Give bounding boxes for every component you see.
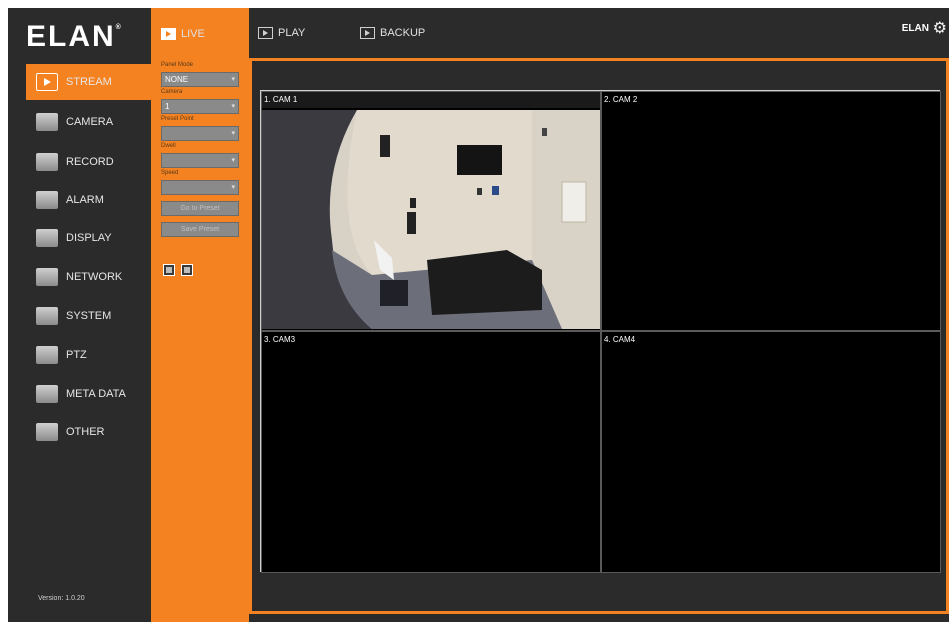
dwell-label: Dwell [161,143,176,149]
sidebar-item-label: OTHER [66,426,105,438]
camera-1-frame-image [262,110,600,329]
sidebar-item-stream[interactable]: STREAM [26,64,151,100]
elan-logo: ELAN® [26,20,123,53]
tab-live[interactable]: LIVE [151,8,249,60]
tab-live-label: LIVE [181,28,205,40]
app-window: ELAN® LIVE PLAY BACKUP ELAN ⚙ STREAM CAM… [8,8,949,622]
panel-mode-select[interactable]: NONE [161,72,239,87]
camera-tile-3[interactable]: 3. CAM3 [261,331,601,573]
tab-backup-label: BACKUP [380,27,426,39]
sidebar-item-label: NETWORK [66,271,123,283]
camera-select[interactable]: 1 [161,99,239,114]
network-icon [36,268,58,286]
sidebar-item-ptz[interactable]: PTZ [26,337,151,373]
speed-label: Speed [161,170,179,176]
play-tab-icon [258,27,273,39]
tab-backup[interactable]: BACKUP [360,20,425,46]
meta-data-icon [36,385,58,403]
camera-title: 1. CAM 1 [262,92,600,108]
sidebar-item-other[interactable]: OTHER [26,414,151,450]
tab-play[interactable]: PLAY [258,20,305,46]
save-preset-button[interactable]: Save Preset [161,222,239,237]
camera-tile-2[interactable]: 2. CAM 2 [601,91,941,331]
sidebar-item-label: META DATA [66,388,126,400]
preset-point-select[interactable] [161,126,239,141]
camera-tile-4[interactable]: 4. CAM4 [601,331,941,573]
tab-play-label: PLAY [278,27,306,39]
sidebar-item-record[interactable]: RECORD [26,144,151,180]
other-icon [36,423,58,441]
ptz-control-panel: Panel Mode NONE Camera 1 Preset Point Dw… [151,58,249,622]
ptz-icon [36,346,58,364]
camera-icon [36,113,58,131]
camera-title: 3. CAM3 [262,332,600,348]
camera-grid: 1. CAM 1 2. CAM 2 3. CAM3 4. CAM4 [260,90,941,573]
panel-mode-label: Panel Mode [161,62,194,68]
sidebar-item-system[interactable]: SYSTEM [26,298,151,334]
single-view-icon[interactable] [163,264,175,276]
top-bar: ELAN® LIVE PLAY BACKUP ELAN ⚙ [8,8,949,60]
version-label: Version: 1.0.20 [38,595,85,602]
alarm-icon [36,191,58,209]
sidebar: STREAM CAMERA RECORD ALARM DISPLAY NETWO… [8,58,151,622]
camera-tile-1[interactable]: 1. CAM 1 [261,91,601,331]
camera-title: 4. CAM4 [602,332,940,348]
sidebar-item-label: CAMERA [66,116,114,128]
preset-point-label: Preset Point [161,116,194,122]
sidebar-item-label: ALARM [66,194,104,206]
gear-icon[interactable]: ⚙ [933,18,947,38]
live-tab-icon [161,28,176,40]
goto-preset-button[interactable]: Go to Preset [161,201,239,216]
sidebar-item-label: DISPLAY [66,232,112,244]
sidebar-item-meta-data[interactable]: META DATA [26,376,151,412]
sidebar-item-network[interactable]: NETWORK [26,259,151,295]
system-icon [36,307,58,325]
sidebar-item-label: PTZ [66,349,87,361]
sidebar-item-label: RECORD [66,156,114,168]
stream-icon [36,73,58,91]
camera-title: 2. CAM 2 [602,92,940,108]
record-icon [36,153,58,171]
camera-1-video [262,110,600,329]
display-icon [36,229,58,247]
sidebar-item-label: SYSTEM [66,310,112,322]
sidebar-item-display[interactable]: DISPLAY [26,220,151,256]
sidebar-item-alarm[interactable]: ALARM [26,182,151,218]
user-label: ELAN [901,23,929,34]
live-view-area: 1. CAM 1 2. CAM 2 3. CAM3 4. CAM4 [249,58,949,614]
sidebar-item-label: STREAM [66,76,112,88]
dwell-select[interactable] [161,153,239,168]
sidebar-item-camera[interactable]: CAMERA [26,104,151,140]
backup-tab-icon [360,27,375,39]
camera-label: Camera [161,89,183,95]
quad-view-icon[interactable] [181,264,193,276]
speed-select[interactable] [161,180,239,195]
